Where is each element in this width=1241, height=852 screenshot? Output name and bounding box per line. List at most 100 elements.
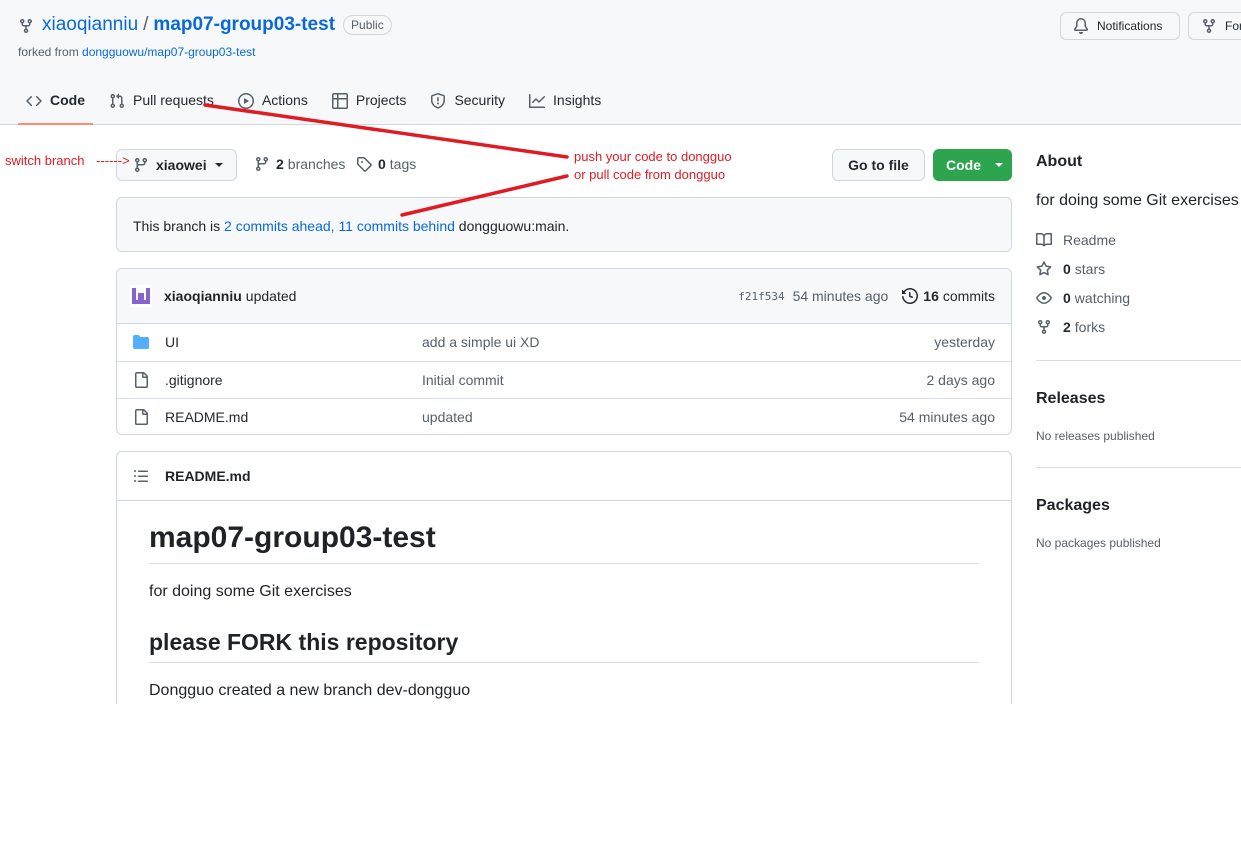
tab-insights[interactable]: Insights [521,82,609,125]
table-icon [331,93,348,109]
packages-empty-text: No packages published [1036,536,1161,550]
commit-message[interactable]: updated [246,288,297,304]
tab-security[interactable]: Security [422,82,513,125]
branches-count: 2 [276,156,284,172]
stars-link[interactable]: 0 stars [1036,261,1105,277]
repo-name-link[interactable]: map07-group03-test [153,14,335,36]
readme-paragraph: Dongguo created a new branch dev-dongguo [149,682,471,699]
annotation-push-line2: or pull code from dongguo [574,167,726,182]
tab-projects[interactable]: Projects [324,82,415,125]
sidebar-divider [1036,360,1241,361]
sidebar-divider [1036,467,1241,468]
file-name-link[interactable]: README.md [165,409,248,425]
branch-select-button[interactable]: xiaowei [116,149,237,181]
branch-name: xiaowei [156,157,207,173]
forks-count: 2 [1063,319,1071,335]
tags-count: 0 [378,156,386,172]
file-row: README.md updated 54 minutes ago [117,398,1011,434]
code-dropdown-button[interactable]: Code [933,149,1012,181]
notifications-button[interactable]: Notifications [1060,12,1180,40]
commit-author-link[interactable]: xiaoqianniu [164,288,242,304]
list-unordered-icon[interactable] [133,468,149,484]
releases-empty-text: No releases published [1036,429,1155,443]
code-icon [26,95,42,107]
commits-ahead-link[interactable]: 2 commits ahead, [224,218,335,234]
avatar[interactable] [130,285,152,307]
branch-compare-banner: This branch is 2 commits ahead, 11 commi… [116,197,1012,252]
tab-label: Actions [261,92,308,108]
pull-request-icon [110,93,125,109]
chevron-down-icon [214,163,223,167]
annotation-text: switch branch [5,153,85,168]
path-separator: / [143,14,149,35]
history-icon [902,288,919,304]
chevron-down-icon [995,163,1003,167]
packages-title[interactable]: Packages [1036,497,1110,515]
tab-code[interactable]: Code [18,82,93,125]
latest-commit-row: xiaoqianniu updated f21f534 54 minutes a… [117,269,1011,324]
forked-source-link[interactable]: dongguowu/map07-group03-test [82,45,255,59]
commit-sha-link[interactable]: f21f534 [738,290,784,303]
stars-label: stars [1074,261,1106,277]
branches-link[interactable]: 2 branches [254,156,345,172]
repo-header: xiaoqianniu / map07-group03-test Public … [0,0,1241,125]
file-commit-message[interactable]: add a simple ui XD [422,334,540,350]
file-commit-message[interactable]: updated [422,409,473,425]
banner-suffix: dongguowu:main. [454,218,570,234]
code-button-label: Code [946,157,981,173]
commits-history-link[interactable]: 16 commits [902,288,995,304]
forked-from-text: forked from dongguowu/map07-group03-test [18,45,256,59]
readme-body: map07-group03-test for doing some Git ex… [117,521,1011,700]
forks-link[interactable]: 2 forks [1036,319,1105,335]
tab-label: Code [50,92,85,108]
readme-filename[interactable]: README.md [165,468,251,484]
tags-link[interactable]: 0 tags [356,156,416,172]
commit-count: 16 [923,288,939,304]
repo-forked-icon [1038,320,1050,335]
about-title: About [1036,153,1083,170]
file-name-link[interactable]: .gitignore [165,372,223,388]
tab-label: Insights [553,92,602,108]
tab-actions[interactable]: Actions [230,82,316,125]
readme-link[interactable]: Readme [1036,232,1116,248]
graph-icon [529,94,546,108]
commits-label: commits [942,288,995,304]
visibility-badge: Public [343,15,392,35]
tag-icon [357,157,372,172]
fork-button[interactable]: Fork [1188,12,1241,40]
branches-label: branches [287,156,346,172]
github-page: xiaoqianniu / map07-group03-test Public … [0,0,1241,704]
file-age: 2 days ago [926,372,996,388]
tab-pull-requests[interactable]: Pull requests [101,82,222,125]
eye-icon [1036,292,1052,304]
forked-prefix: forked from [18,45,83,59]
readme-label: Readme [1063,232,1116,248]
repo-nav-tabs: Code Pull requests Actions Projects Secu… [18,82,617,125]
watching-count: 0 [1063,290,1071,306]
tab-label: Security [454,92,506,108]
file-age: yesterday [934,334,995,350]
file-icon [135,409,148,425]
tags-label: tags [389,156,417,172]
readme-title: map07-group03-test [149,521,979,564]
tab-label: Projects [355,92,407,108]
play-icon [237,93,254,109]
commits-behind-link[interactable]: 11 commits behind [338,218,454,234]
file-browser: xiaoqianniu updated f21f534 54 minutes a… [116,268,1012,435]
git-branch-icon [255,157,268,172]
readme-subheading: please FORK this repository [149,629,979,663]
fork-label: Fork [1225,19,1241,33]
releases-title[interactable]: Releases [1036,390,1105,408]
go-to-file-button[interactable]: Go to file [832,149,925,181]
watching-link[interactable]: 0 watching [1036,290,1130,306]
file-name-link[interactable]: UI [165,334,179,350]
git-branch-icon [134,158,147,173]
readme-header: README.md [117,452,1011,501]
tab-label: Pull requests [133,92,214,108]
repo-forked-icon [20,18,32,33]
folder-icon [133,335,149,349]
file-icon [135,372,148,388]
repo-owner-link[interactable]: xiaoqianniu [42,14,138,36]
about-description: for doing some Git exercises [1036,192,1239,209]
file-commit-message[interactable]: Initial commit [422,372,504,388]
